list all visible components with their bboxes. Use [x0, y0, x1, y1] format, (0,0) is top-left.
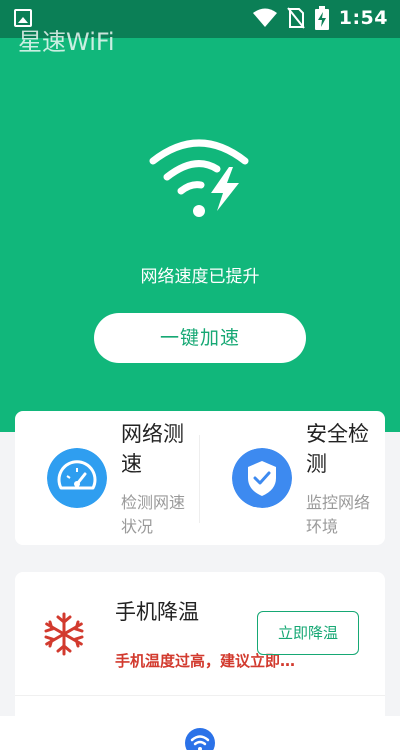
- wifi-bolt-icon: [149, 139, 249, 217]
- wifi-nav-icon[interactable]: [185, 728, 215, 750]
- cooling-title: 手机降温: [115, 600, 199, 624]
- speedometer-icon: [47, 448, 107, 508]
- status-time: 1:54: [338, 7, 388, 29]
- shield-check-icon: [232, 448, 292, 508]
- feature-title: 网络测速: [121, 422, 184, 476]
- feature-speed-test[interactable]: 网络测速 检测网速状况: [15, 411, 200, 545]
- feature-desc: 监控网络环境: [306, 493, 371, 536]
- wifi-icon: [190, 735, 210, 750]
- feature-title: 安全检测: [306, 422, 369, 476]
- battery-charging-icon: [314, 6, 329, 30]
- snowflake-icon: [44, 612, 84, 656]
- status-icons: 1:54: [252, 6, 388, 30]
- no-sim-icon: [286, 7, 305, 29]
- feature-card: 网络测速 检测网速状况 安全检测 监控网络环境: [15, 411, 385, 545]
- bottom-nav: [0, 716, 400, 750]
- cooling-card: 手机降温 手机温度过高，建议立即… 立即降温: [15, 572, 385, 732]
- feature-desc: 检测网速状况: [121, 493, 186, 536]
- cool-now-button[interactable]: 立即降温: [257, 611, 359, 655]
- speed-status-text: 网络速度已提升: [140, 267, 260, 287]
- boost-button[interactable]: 一键加速: [94, 313, 306, 363]
- app-title: 星速WiFi: [18, 28, 115, 56]
- hero-section: 星速WiFi 网络速度已提升 一键加速: [0, 28, 400, 432]
- wifi-icon: [252, 8, 277, 27]
- feature-security-check[interactable]: 安全检测 监控网络环境: [200, 411, 385, 545]
- card-divider: [15, 695, 385, 696]
